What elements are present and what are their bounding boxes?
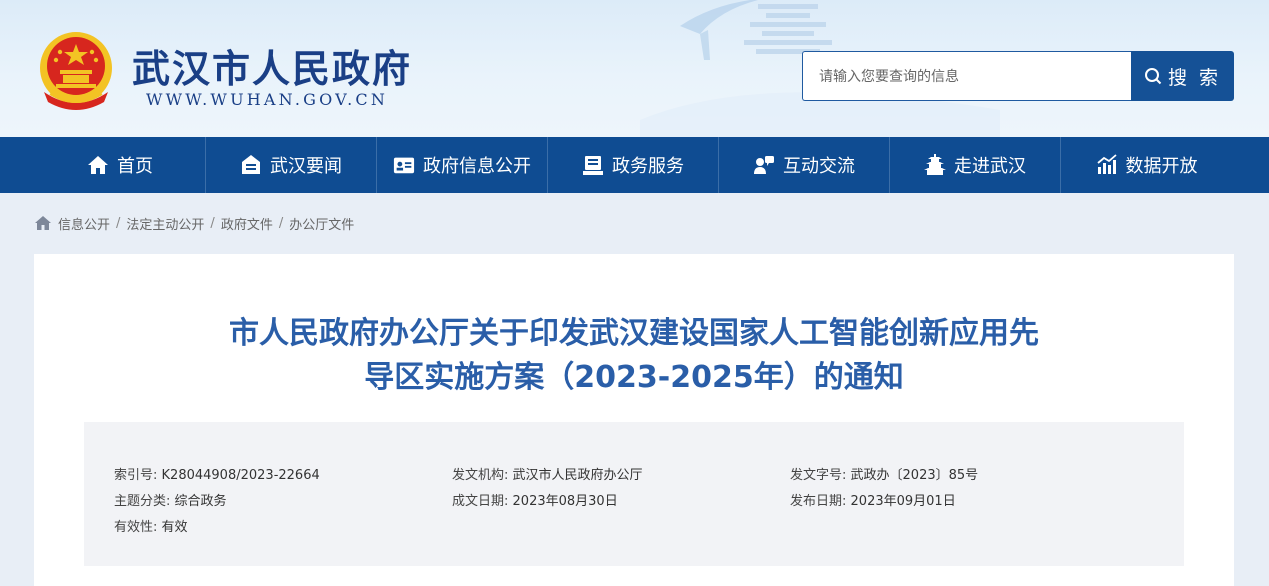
document-metadata: 索引号: K28044908/2023-22664 发文机构: 武汉市人民政府办… — [84, 422, 1184, 566]
article-panel: 市人民政府办公厅关于印发武汉建设国家人工智能创新应用先 导区实施方案（2023-… — [34, 254, 1234, 586]
home-icon — [88, 156, 108, 174]
meta-issuer: 发文机构: 武汉市人民政府办公厅 — [452, 464, 643, 483]
meta-value: 武汉市人民政府办公厅 — [512, 468, 643, 483]
meta-value: 武政办〔2023〕85号 — [850, 468, 979, 483]
service-icon — [583, 156, 603, 175]
nav-label: 走进武汉 — [954, 156, 1026, 177]
breadcrumb-item[interactable]: 办公厅文件 — [289, 214, 354, 233]
meta-value: 2023年08月30日 — [512, 494, 618, 509]
meta-label: 成文日期: — [452, 494, 509, 509]
nav-item-open-data[interactable]: 数据开放 — [1061, 137, 1232, 193]
search-icon — [1144, 68, 1162, 85]
nav-item-services[interactable]: 政务服务 — [548, 137, 719, 193]
news-icon — [242, 155, 260, 174]
nav-label: 政府信息公开 — [423, 156, 531, 177]
meta-value: 2023年09月01日 — [850, 494, 956, 509]
meta-validity: 有效性: 有效 — [114, 516, 188, 535]
meta-label: 有效性: — [114, 520, 158, 535]
chat-icon — [754, 156, 774, 174]
meta-value: K28044908/2023-22664 — [161, 468, 320, 483]
nav-item-home[interactable]: 首页 — [35, 137, 206, 193]
meta-index-no: 索引号: K28044908/2023-22664 — [114, 464, 320, 483]
national-emblem-logo[interactable] — [36, 30, 116, 114]
nav-item-interaction[interactable]: 互动交流 — [719, 137, 890, 193]
breadcrumb-separator: / — [278, 215, 284, 231]
site-header: 武汉市人民政府 WWW.WUHAN.GOV.CN 搜 索 — [0, 0, 1269, 137]
meta-doc-no: 发文字号: 武政办〔2023〕85号 — [790, 464, 978, 483]
meta-label: 发布日期: — [790, 494, 847, 509]
breadcrumb-item[interactable]: 法定主动公开 — [126, 214, 204, 233]
breadcrumb-separator: / — [116, 215, 121, 231]
breadcrumb: 信息公开 / 法定主动公开 / 政府文件 / 办公厅文件 — [34, 212, 354, 234]
article-title: 市人民政府办公厅关于印发武汉建设国家人工智能创新应用先 导区实施方案（2023-… — [134, 312, 1134, 400]
nav-item-news[interactable]: 武汉要闻 — [206, 137, 377, 193]
meta-label: 主题分类: — [114, 494, 171, 509]
nav-item-visit-wuhan[interactable]: 走进武汉 — [890, 137, 1061, 193]
article-title-line: 导区实施方案（2023-2025年）的通知 — [364, 360, 904, 395]
breadcrumb-item[interactable]: 政府文件 — [221, 214, 273, 233]
article-title-line: 市人民政府办公厅关于印发武汉建设国家人工智能创新应用先 — [229, 316, 1039, 351]
nav-label: 首页 — [117, 156, 153, 177]
site-url[interactable]: WWW.WUHAN.GOV.CN — [146, 90, 388, 109]
meta-value: 综合政务 — [174, 494, 227, 509]
search-button-label: 搜 索 — [1167, 66, 1222, 89]
id-card-icon — [393, 157, 415, 174]
chart-icon — [1096, 154, 1117, 174]
nav-label: 互动交流 — [783, 156, 855, 177]
breadcrumb-item[interactable]: 信息公开 — [58, 214, 110, 233]
breadcrumb-separator: / — [210, 215, 215, 231]
meta-label: 发文机构: — [452, 468, 509, 483]
nav-label: 武汉要闻 — [270, 156, 342, 177]
search-button[interactable]: 搜 索 — [1131, 51, 1234, 101]
search-input[interactable] — [802, 51, 1132, 101]
meta-category: 主题分类: 综合政务 — [114, 490, 227, 509]
main-nav: 首页 武汉要闻 政府信息公开 政务服务 互动交流 走进武汉 数据开放 — [0, 137, 1269, 193]
meta-label: 发文字号: — [790, 468, 847, 483]
nav-item-gov-info[interactable]: 政府信息公开 — [377, 137, 548, 193]
meta-label: 索引号: — [114, 468, 158, 483]
meta-value: 有效 — [161, 520, 188, 535]
nav-label: 数据开放 — [1125, 156, 1198, 177]
pagoda-icon — [924, 154, 946, 175]
meta-publish-date: 发布日期: 2023年09月01日 — [790, 490, 956, 509]
nav-label: 政务服务 — [612, 156, 684, 177]
meta-created-date: 成文日期: 2023年08月30日 — [452, 490, 618, 509]
site-title[interactable]: 武汉市人民政府 — [132, 38, 412, 93]
breadcrumb-home-icon[interactable] — [34, 215, 52, 231]
